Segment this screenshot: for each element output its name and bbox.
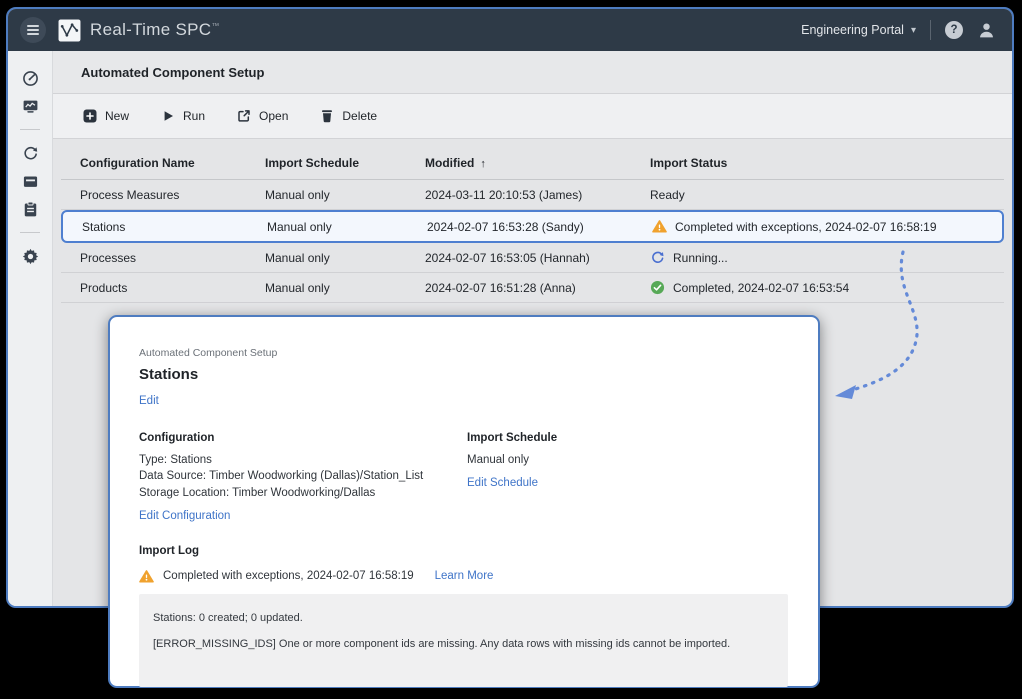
sidebar-item-storage[interactable] xyxy=(16,167,44,195)
cell-name: Process Measures xyxy=(80,188,265,202)
chevron-down-icon: ▾ xyxy=(911,25,916,36)
configuration-storage-location: Storage Location: Timber Woodworking/Dal… xyxy=(139,485,467,501)
import-log-heading: Import Log xyxy=(139,545,788,557)
table-row-process-measures[interactable]: Process Measures Manual only 2024-03-11 … xyxy=(61,180,1004,210)
column-header-import-status[interactable]: Import Status xyxy=(650,156,1004,170)
cell-name: Products xyxy=(80,281,265,295)
table-row-products[interactable]: Products Manual only 2024-02-07 16:51:28… xyxy=(61,273,1004,303)
help-icon[interactable]: ? xyxy=(945,21,963,39)
configuration-section: Configuration Type: Stations Data Source… xyxy=(139,432,467,522)
panel-breadcrumb: Automated Component Setup xyxy=(139,347,788,359)
configurations-table: Configuration Name Import Schedule Modif… xyxy=(53,139,1012,303)
column-header-configuration-name[interactable]: Configuration Name xyxy=(80,156,265,170)
portal-label: Engineering Portal xyxy=(801,23,904,37)
open-external-icon xyxy=(237,109,251,123)
warning-icon xyxy=(652,219,667,234)
table-header-row: Configuration Name Import Schedule Modif… xyxy=(61,147,1004,180)
clipboard-icon xyxy=(22,201,39,218)
header-divider xyxy=(930,20,931,40)
sidebar-item-dashboard[interactable] xyxy=(16,64,44,92)
new-button[interactable]: New xyxy=(73,103,139,129)
configuration-data-source: Data Source: Timber Woodworking (Dallas)… xyxy=(139,468,467,484)
trash-icon xyxy=(320,109,334,123)
cell-status: Completed, 2024-02-07 16:53:54 xyxy=(650,280,1004,295)
screenshot-stage: Real-Time SPC™ Engineering Portal ▾ ? xyxy=(0,0,1022,699)
app-title: Real-Time SPC™ xyxy=(90,20,220,40)
import-log-status: Completed with exceptions, 2024-02-07 16… xyxy=(139,569,788,584)
open-button[interactable]: Open xyxy=(227,103,298,129)
cell-status: Running... xyxy=(650,250,1004,265)
new-plus-icon xyxy=(83,109,97,123)
sidebar-item-settings[interactable] xyxy=(16,242,44,270)
edit-schedule-link[interactable]: Edit Schedule xyxy=(467,477,538,489)
cell-status: Completed with exceptions, 2024-02-07 16… xyxy=(652,219,1002,234)
log-line: [ERROR_MISSING_IDS] One or more componen… xyxy=(153,637,774,651)
cell-modified: 2024-02-07 16:53:28 (Sandy) xyxy=(427,220,652,234)
sidebar-item-charts[interactable] xyxy=(16,92,44,120)
configuration-heading: Configuration xyxy=(139,432,467,444)
portal-dropdown[interactable]: Engineering Portal ▾ xyxy=(801,23,916,37)
edit-link[interactable]: Edit xyxy=(139,395,159,407)
import-log-status-text: Completed with exceptions, 2024-02-07 16… xyxy=(163,570,414,582)
user-icon[interactable] xyxy=(977,21,996,40)
trademark: ™ xyxy=(211,21,219,30)
sync-icon xyxy=(22,145,39,162)
import-schedule-heading: Import Schedule xyxy=(467,432,557,444)
cell-modified: 2024-02-07 16:51:28 (Anna) xyxy=(425,281,650,295)
storage-box-icon xyxy=(22,173,39,190)
sidebar-divider xyxy=(20,232,40,233)
cell-schedule: Manual only xyxy=(267,220,427,234)
learn-more-link[interactable]: Learn More xyxy=(435,570,494,582)
column-header-import-schedule[interactable]: Import Schedule xyxy=(265,156,425,170)
log-line: Stations: 0 created; 0 updated. xyxy=(153,611,774,625)
run-button[interactable]: Run xyxy=(151,103,215,129)
sidebar-item-sync[interactable] xyxy=(16,139,44,167)
cell-status: Ready xyxy=(650,188,1004,202)
cell-schedule: Manual only xyxy=(265,251,425,265)
cell-schedule: Manual only xyxy=(265,188,425,202)
success-check-icon xyxy=(650,280,665,295)
import-schedule-value: Manual only xyxy=(467,452,557,468)
import-log-output: Stations: 0 created; 0 updated. [ERROR_M… xyxy=(139,594,788,687)
warning-icon xyxy=(139,569,154,584)
sidebar xyxy=(8,51,53,606)
settings-gear-icon xyxy=(22,248,39,265)
configuration-type: Type: Stations xyxy=(139,452,467,468)
logo-chart-icon xyxy=(58,19,81,42)
cell-modified: 2024-03-11 20:10:53 (James) xyxy=(425,188,650,202)
top-header: Real-Time SPC™ Engineering Portal ▾ ? xyxy=(8,9,1012,51)
sidebar-item-clipboard[interactable] xyxy=(16,195,44,223)
menu-icon[interactable] xyxy=(20,17,46,43)
table-row-stations[interactable]: Stations Manual only 2024-02-07 16:53:28… xyxy=(61,210,1004,243)
table-row-processes[interactable]: Processes Manual only 2024-02-07 16:53:0… xyxy=(61,243,1004,273)
edit-configuration-link[interactable]: Edit Configuration xyxy=(139,510,230,522)
running-refresh-icon xyxy=(650,250,665,265)
column-header-modified[interactable]: Modified↑ xyxy=(425,156,650,170)
page-title: Automated Component Setup xyxy=(81,65,264,80)
cell-schedule: Manual only xyxy=(265,281,425,295)
sort-ascending-icon: ↑ xyxy=(480,158,486,170)
cell-name: Stations xyxy=(82,220,267,234)
chart-monitor-icon xyxy=(22,98,39,115)
delete-button[interactable]: Delete xyxy=(310,103,387,129)
import-schedule-section: Import Schedule Manual only Edit Schedul… xyxy=(467,432,557,522)
stations-detail-panel: Automated Component Setup Stations Edit … xyxy=(108,315,820,688)
dashboard-gauge-icon xyxy=(22,70,39,87)
sidebar-divider xyxy=(20,129,40,130)
cell-name: Processes xyxy=(80,251,265,265)
toolbar: New Run Open xyxy=(53,94,1012,139)
panel-title: Stations xyxy=(139,366,788,383)
run-play-icon xyxy=(161,109,175,123)
cell-modified: 2024-02-07 16:53:05 (Hannah) xyxy=(425,251,650,265)
